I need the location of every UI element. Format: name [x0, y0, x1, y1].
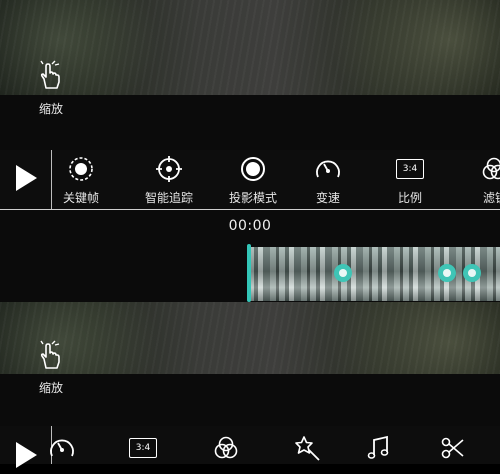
tool-filter[interactable]: 滤镜 [461, 155, 500, 206]
ratio-icon: 3:4 [111, 434, 175, 462]
tool-filter[interactable] [194, 434, 258, 462]
ratio-icon-text: 3:4 [129, 438, 157, 458]
tool-label: 关键帧 [49, 189, 113, 206]
ratio-icon: 3:4 [378, 155, 442, 183]
tool-ratio[interactable]: 3:4 比例 [378, 155, 442, 206]
gesture-hint-band-bottom [0, 374, 500, 426]
tool-keyframe[interactable]: 关键帧 [49, 155, 113, 206]
tool-label: 投影模式 [221, 189, 285, 206]
pinch-gesture-icon [38, 60, 78, 90]
tool-label: 变速 [296, 189, 360, 206]
pinch-gesture-icon [38, 340, 78, 370]
edit-toolbar: 关键帧 智能追踪 投影模式 变速 3:4 比例 滤镜 [0, 150, 500, 210]
keyframe-marker[interactable] [438, 264, 456, 282]
tool-music[interactable] [346, 434, 410, 462]
projection-icon [221, 155, 285, 183]
target-icon [137, 155, 201, 183]
speedometer-icon [30, 434, 94, 462]
tool-effects[interactable] [276, 434, 340, 462]
scissors-icon [421, 434, 485, 462]
tool-split[interactable] [421, 434, 485, 462]
keyframe-icon [49, 155, 113, 183]
zoom-label: 缩放 [39, 100, 63, 117]
speedometer-icon [296, 155, 360, 183]
edit-toolbar-bottom: 3:4 [0, 426, 500, 464]
zoom-label: 缩放 [39, 379, 63, 396]
keyframe-marker[interactable] [463, 264, 481, 282]
tool-smart-tracking[interactable]: 智能追踪 [137, 155, 201, 206]
tool-speed[interactable] [30, 434, 94, 462]
keyframe-marker[interactable] [334, 264, 352, 282]
filter-icon [461, 155, 500, 183]
gesture-hint-band-top [0, 95, 500, 150]
effects-wand-icon [276, 434, 340, 462]
tool-speed[interactable]: 变速 [296, 155, 360, 206]
tool-label: 滤镜 [461, 189, 500, 206]
play-button[interactable] [12, 163, 40, 191]
tool-projection-mode[interactable]: 投影模式 [221, 155, 285, 206]
tool-ratio[interactable]: 3:4 [111, 434, 175, 462]
timecode: 00:00 [0, 218, 500, 234]
tool-label: 智能追踪 [137, 189, 201, 206]
filter-icon [194, 434, 258, 462]
music-icon [346, 434, 410, 462]
ratio-icon-text: 3:4 [396, 159, 424, 179]
tool-label: 比例 [378, 189, 442, 206]
playhead[interactable] [247, 244, 251, 302]
